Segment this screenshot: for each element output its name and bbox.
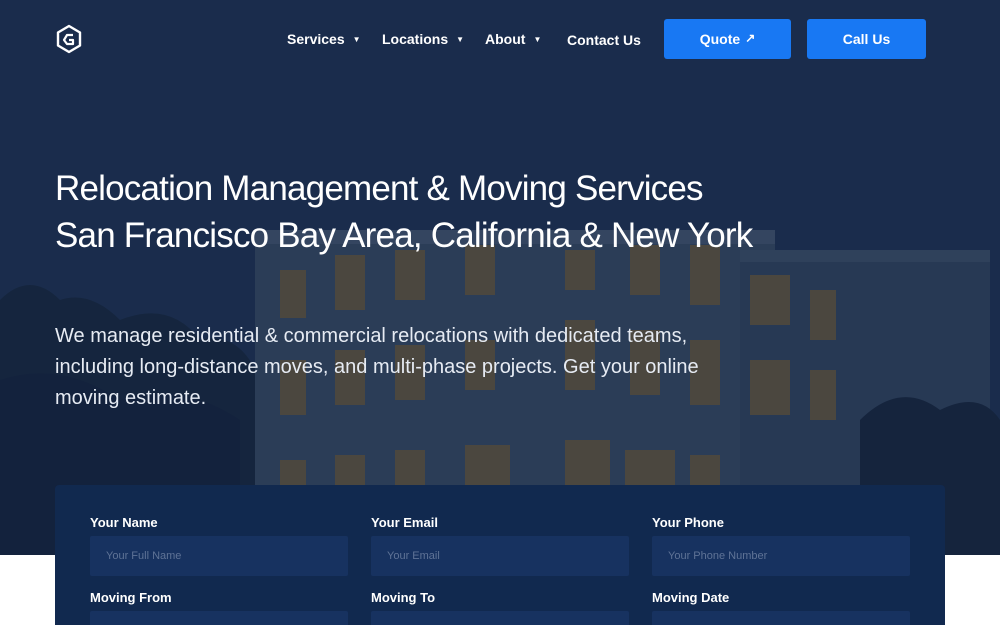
email-input[interactable] [371, 536, 629, 576]
moving-from-input[interactable] [90, 611, 348, 625]
moving-to-input[interactable] [371, 611, 629, 625]
moving-to-label: Moving To [371, 590, 436, 605]
quote-button[interactable]: Quote ↗ [664, 19, 791, 59]
caret-down-icon: ▼ [352, 34, 361, 44]
caret-down-icon: ▼ [456, 34, 465, 44]
hero-overlay [0, 0, 1000, 555]
name-input[interactable] [90, 536, 348, 576]
estimate-form: Your Name Your Email Your Phone Moving F… [55, 485, 945, 625]
moving-from-label: Moving From [90, 590, 172, 605]
hero-subtext: We manage residential & commercial reloc… [55, 325, 699, 409]
phone-label: Your Phone [652, 515, 724, 530]
call-us-button-label: Call Us [842, 31, 891, 47]
hero-section: Services ▼ Locations ▼ About ▼ Contact U… [0, 0, 1000, 555]
nav-item-label: Services [287, 31, 345, 47]
moving-date-input[interactable] [652, 611, 910, 625]
nav-item-services[interactable]: Services ▼ [287, 31, 361, 47]
nav-item-label: Contact Us [567, 32, 641, 48]
nav-item-about[interactable]: About ▼ [485, 31, 541, 47]
nav-item-contact[interactable]: Contact Us [567, 32, 641, 48]
email-label: Your Email [371, 515, 438, 530]
nav-item-label: About [485, 31, 526, 47]
caret-down-icon: ▼ [533, 34, 542, 44]
phone-input[interactable] [652, 536, 910, 576]
page-title: Relocation Management & Moving Services … [55, 169, 753, 255]
call-us-button[interactable]: Call Us [807, 19, 926, 59]
logo-icon[interactable] [55, 24, 83, 54]
arrow-up-right-icon: ↗ [745, 31, 756, 45]
moving-date-label: Moving Date [652, 590, 730, 605]
name-label: Your Name [90, 515, 158, 530]
quote-button-label: Quote [699, 31, 741, 47]
nav-item-label: Locations [382, 31, 449, 47]
nav-item-locations[interactable]: Locations ▼ [382, 31, 464, 47]
